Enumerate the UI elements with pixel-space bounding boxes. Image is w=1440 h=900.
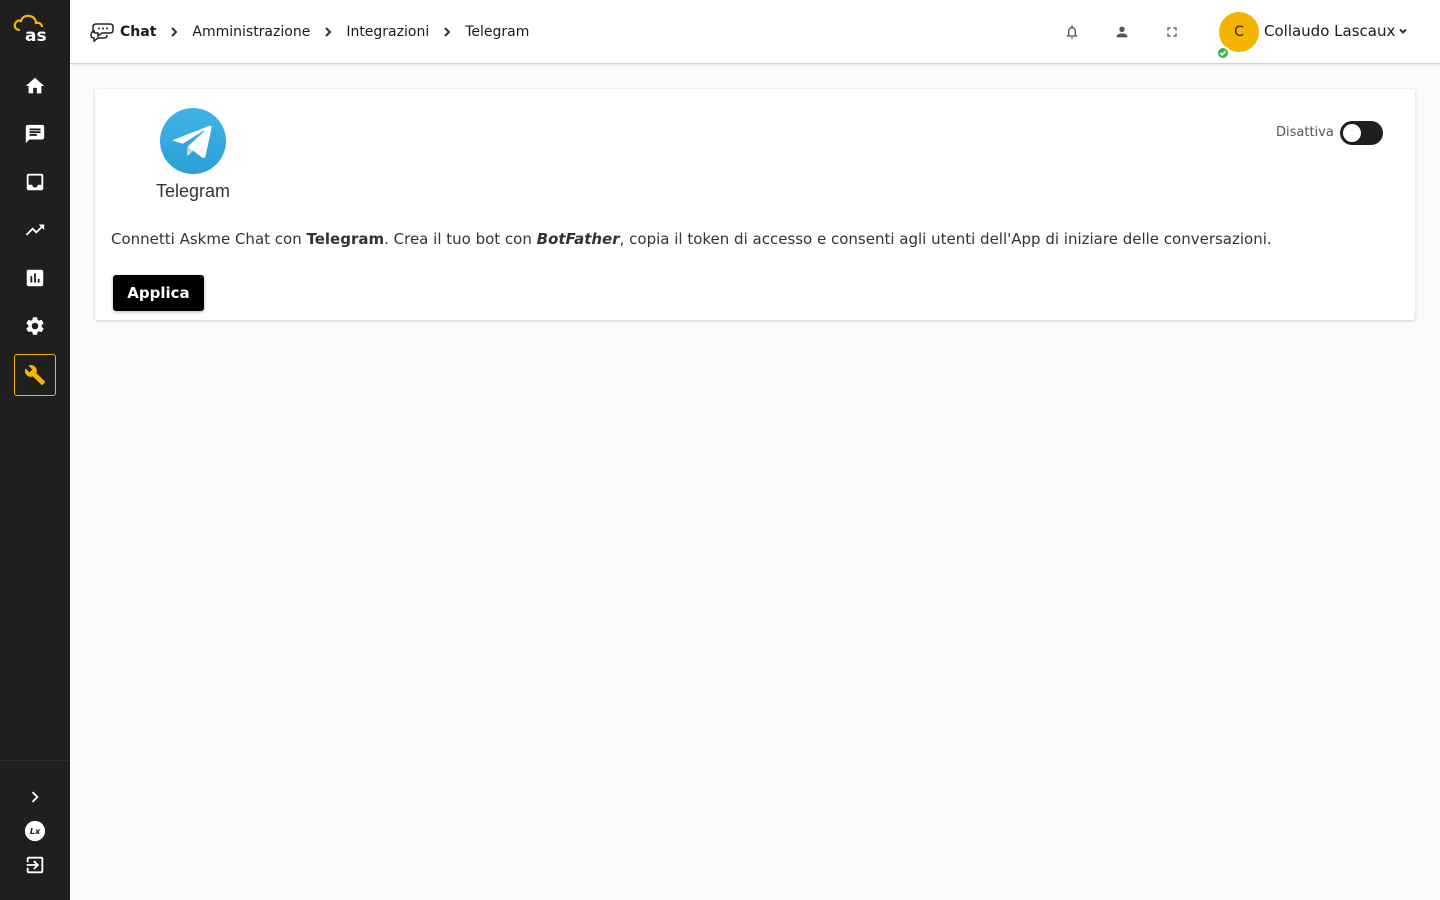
chat-bubbles-icon: [90, 23, 114, 43]
telegram-logo-icon: [160, 108, 226, 174]
chevron-right-icon: [441, 26, 453, 38]
integration-description: Connetti Askme Chat con Telegram. Crea i…: [111, 230, 1272, 248]
trending-icon: [25, 224, 45, 236]
breadcrumb: Chat Amministrazione Integrazioni Telegr…: [90, 0, 529, 64]
chevron-right-icon: [168, 26, 180, 38]
nav-settings[interactable]: [14, 305, 56, 347]
toggle-label: Disattiva: [1276, 125, 1334, 140]
logout-icon: [26, 856, 44, 874]
notifications-button[interactable]: [1062, 22, 1082, 42]
nav-chat[interactable]: [14, 113, 56, 155]
breadcrumb-amministrazione[interactable]: Amministrazione: [192, 24, 310, 40]
description-text: . Crea il tuo bot con: [384, 230, 537, 248]
nav-inbox[interactable]: [14, 161, 56, 203]
breadcrumb-telegram: Telegram: [465, 24, 530, 40]
app-logo[interactable]: as: [12, 14, 56, 44]
nav-home[interactable]: [14, 65, 56, 107]
svg-text:as: as: [25, 26, 47, 44]
logout-button[interactable]: [20, 850, 50, 880]
fullscreen-icon: [1167, 27, 1177, 37]
description-text: , copia il token di accesso e consenti a…: [619, 230, 1272, 248]
chevron-down-icon: [1399, 28, 1408, 34]
expand-sidebar-button[interactable]: [20, 782, 50, 812]
profile-button[interactable]: [1112, 22, 1132, 42]
description-text: Connetti Askme Chat con: [111, 230, 307, 248]
fullscreen-button[interactable]: [1162, 22, 1182, 42]
wrench-icon: [24, 365, 46, 386]
home-icon: [25, 77, 45, 94]
nav-integrations[interactable]: [14, 354, 56, 396]
integration-title: Telegram: [155, 181, 231, 201]
breadcrumb-integrazioni[interactable]: Integrazioni: [346, 24, 429, 40]
nav-trends[interactable]: [14, 209, 56, 251]
user-menu[interactable]: Collaudo Lascaux: [1264, 22, 1408, 40]
integration-card: Telegram Disattiva Connetti Askme Chat c…: [95, 89, 1415, 320]
bar-chart-icon: [26, 269, 44, 287]
sidebar: as Lx: [0, 0, 70, 900]
inbox-icon: [26, 173, 44, 191]
lx-button[interactable]: Lx: [20, 816, 50, 846]
activation-toggle[interactable]: [1340, 121, 1383, 145]
apply-button[interactable]: Applica: [113, 275, 204, 311]
svg-text:Lx: Lx: [30, 826, 41, 836]
chat-icon: [25, 124, 45, 144]
sidebar-divider: [0, 760, 70, 761]
description-bot: BotFather: [536, 230, 620, 248]
description-brand: Telegram: [306, 230, 385, 248]
chevron-right-icon: [31, 791, 39, 803]
nav-reports[interactable]: [14, 257, 56, 299]
breadcrumb-chat[interactable]: Chat: [120, 24, 156, 40]
toggle-knob: [1343, 124, 1361, 142]
bell-icon: [1066, 25, 1078, 39]
person-icon: [1116, 26, 1128, 38]
topbar: Chat Amministrazione Integrazioni Telegr…: [70, 0, 1440, 64]
lx-icon: Lx: [24, 820, 46, 842]
gear-icon: [26, 317, 44, 335]
user-name: Collaudo Lascaux: [1264, 22, 1396, 40]
online-status-icon: [1216, 46, 1230, 60]
chevron-right-icon: [322, 26, 334, 38]
